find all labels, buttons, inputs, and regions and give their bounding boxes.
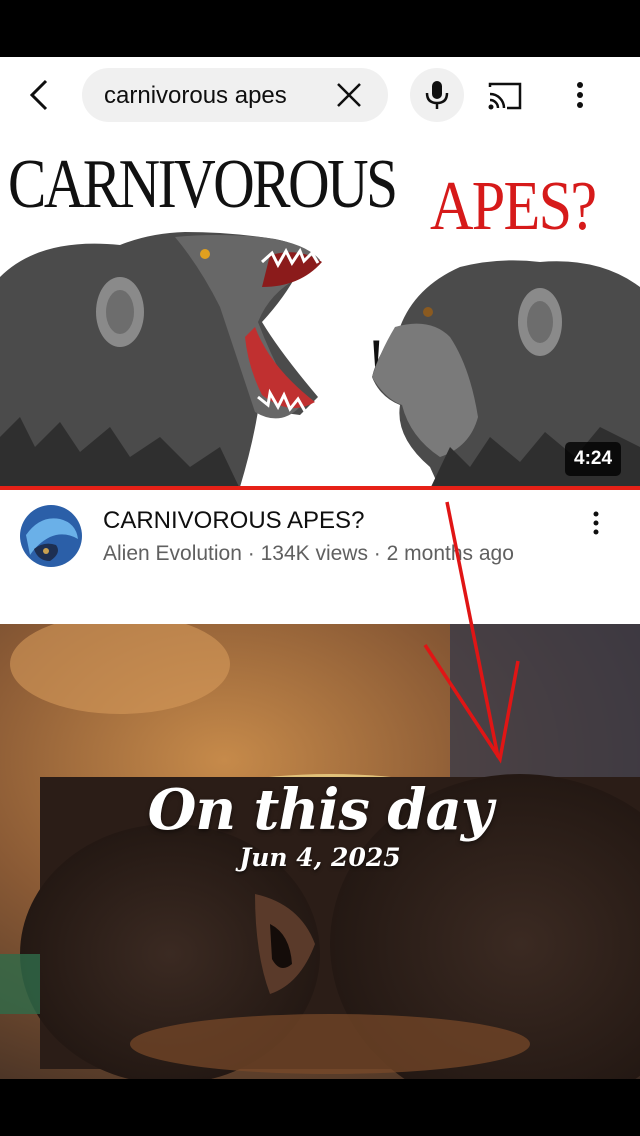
bottom-bar (0, 1079, 640, 1136)
status-bar (0, 0, 640, 57)
annotation-arrow (423, 501, 520, 764)
youtube-app: carnivorous apes ! CARNIVOROUS APES? 4:2… (0, 57, 640, 1079)
